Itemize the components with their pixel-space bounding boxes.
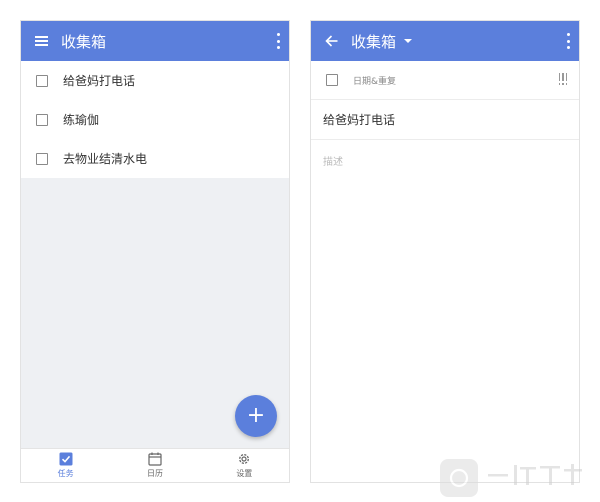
- task-label: 去物业结清水电: [63, 152, 148, 166]
- date-repeat-row[interactable]: 日期&重复: [311, 61, 579, 100]
- back-button[interactable]: [311, 21, 351, 61]
- more-options-icon[interactable]: [565, 33, 571, 49]
- hamburger-icon: [34, 36, 48, 46]
- nav-item-tasks[interactable]: 任务: [21, 449, 110, 482]
- task-item[interactable]: 给爸妈打电话: [21, 61, 289, 100]
- arrow-left-icon: [324, 35, 337, 47]
- gear-icon: [239, 454, 250, 464]
- add-task-button[interactable]: +: [235, 395, 277, 437]
- watermark-mark: [440, 459, 478, 497]
- task-item[interactable]: 去物业结清水电: [21, 139, 289, 178]
- nav-item-settings[interactable]: 设置: [200, 449, 289, 482]
- dropdown-caret-icon[interactable]: [404, 39, 413, 43]
- list-selector-title[interactable]: 收集箱: [351, 31, 396, 52]
- task-checkbox[interactable]: [36, 113, 48, 126]
- calendar-icon: [148, 452, 162, 466]
- app-bar: 收集箱: [21, 21, 289, 61]
- task-label: 练瑜伽: [63, 113, 100, 127]
- priority-icon[interactable]: [558, 73, 568, 85]
- check-square-icon: [59, 452, 73, 466]
- more-options-icon[interactable]: [275, 33, 281, 49]
- task-title-text: 给爸妈打电话: [323, 113, 396, 127]
- watermark-text: [486, 461, 586, 496]
- plus-icon: +: [246, 403, 266, 428]
- watermark-logo: [440, 459, 586, 497]
- nav-label-tasks: 任务: [57, 469, 74, 478]
- screenshot-stage: 收集箱 给爸妈打电话 练瑜伽 去物业结清水电 + 任务 日历 设置 收集箱 日期…: [0, 0, 600, 502]
- task-label: 给爸妈打电话: [63, 74, 136, 88]
- task-checkbox[interactable]: [36, 152, 48, 165]
- menu-button[interactable]: [21, 21, 61, 61]
- nav-label-calendar: 日历: [146, 469, 163, 478]
- task-list: 给爸妈打电话 练瑜伽 去物业结清水电: [21, 61, 289, 178]
- app-bar: 收集箱: [311, 21, 579, 61]
- task-detail-screen: 收集箱 日期&重复 给爸妈打电话 描述: [310, 20, 580, 483]
- date-repeat-label[interactable]: 日期&重复: [353, 74, 396, 87]
- task-list-screen: 收集箱 给爸妈打电话 练瑜伽 去物业结清水电 + 任务 日历 设置: [20, 20, 290, 483]
- app-bar-title: 收集箱: [61, 32, 107, 51]
- task-item[interactable]: 练瑜伽: [21, 100, 289, 139]
- nav-label-settings: 设置: [236, 469, 253, 478]
- task-title-field[interactable]: 给爸妈打电话: [311, 100, 579, 140]
- task-checkbox[interactable]: [36, 74, 48, 87]
- task-checkbox[interactable]: [326, 74, 338, 86]
- nav-item-calendar[interactable]: 日历: [110, 449, 199, 482]
- description-placeholder: 描述: [323, 157, 343, 168]
- bottom-navigation: 任务 日历 设置: [21, 448, 289, 482]
- description-field[interactable]: 描述: [311, 140, 579, 179]
